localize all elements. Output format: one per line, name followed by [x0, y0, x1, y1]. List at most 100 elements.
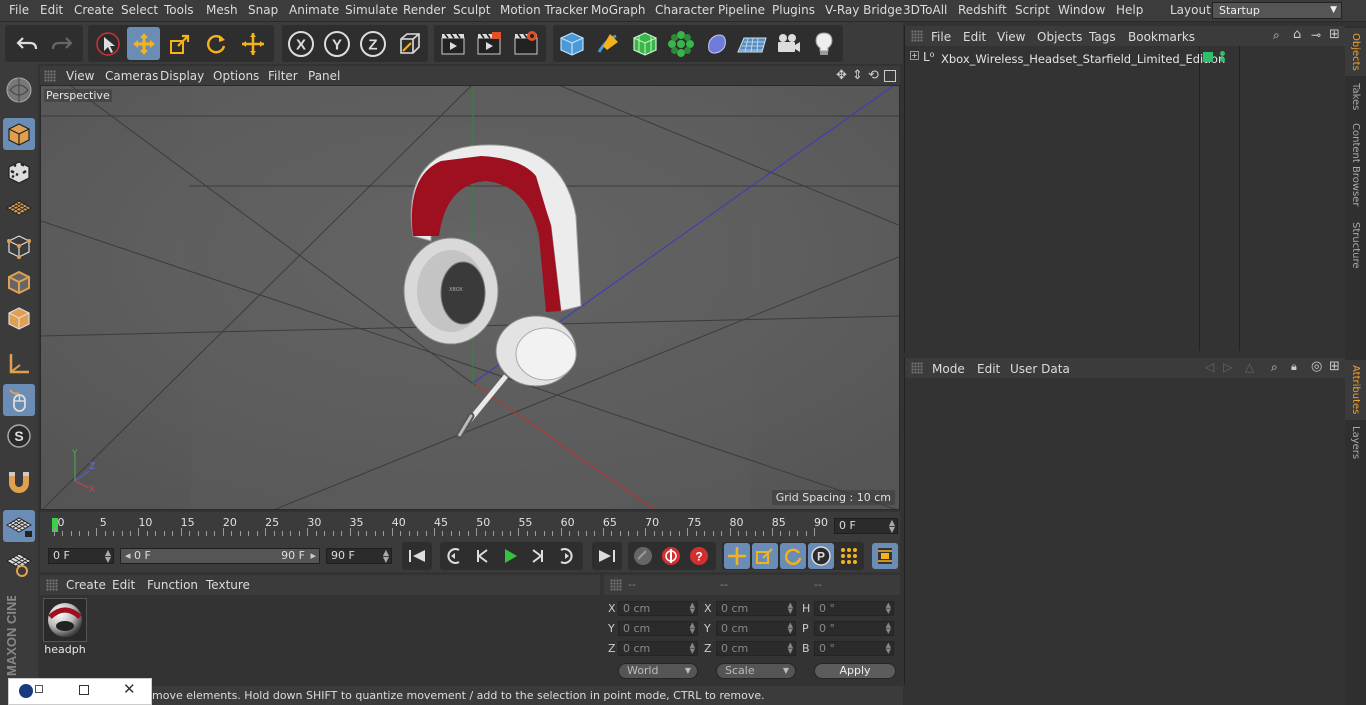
target-icon[interactable]: ◎ [1311, 359, 1322, 374]
attributes-menu-edit[interactable]: Edit [977, 362, 1000, 376]
workplane-icon[interactable] [3, 192, 35, 224]
objects-menu-file[interactable]: File [931, 30, 951, 44]
rot-h-field[interactable]: 0 ° ▲ ▼ [814, 601, 894, 616]
tab-objects[interactable]: Objects [1345, 28, 1366, 76]
rotate-icon[interactable] [199, 27, 232, 60]
points-mode-icon[interactable] [3, 230, 35, 262]
environment-icon[interactable] [735, 27, 768, 60]
up-arrow-icon[interactable]: △ [1245, 360, 1254, 374]
tweak-mode-icon[interactable] [3, 384, 35, 416]
viewport-menu-panel[interactable]: Panel [308, 69, 340, 83]
tab-takes[interactable]: Takes [1345, 80, 1366, 114]
current-frame-field[interactable]: 0 F ▲ ▼ [834, 518, 898, 534]
menu-vray-bridge[interactable]: V-Ray Bridge [825, 3, 902, 17]
perspective-viewport[interactable]: XBOX Y Z X Perspective Grid Spacing : 10… [40, 85, 900, 510]
model-mode-icon[interactable] [3, 118, 35, 150]
objects-menu-edit[interactable]: Edit [963, 30, 986, 44]
deformer-icon[interactable] [700, 27, 733, 60]
mograph-icon[interactable] [664, 27, 697, 60]
menu-mesh[interactable]: Mesh [206, 3, 238, 17]
record-parameter-icon[interactable]: P [808, 543, 834, 569]
move-icon[interactable] [127, 27, 160, 60]
menu-create[interactable]: Create [74, 3, 114, 17]
previous-frame-icon[interactable] [470, 543, 496, 569]
subdivision-icon[interactable] [628, 27, 661, 60]
new-panel-icon[interactable]: ⊞ [1329, 359, 1340, 374]
pen-icon[interactable] [591, 27, 624, 60]
menu-character[interactable]: Character [655, 3, 714, 17]
material-menu-create[interactable]: Create [66, 578, 106, 592]
pan-view-icon[interactable]: ✥ [836, 68, 847, 83]
maximize-icon[interactable] [79, 685, 89, 695]
range-left-arrow[interactable]: ◂ [125, 549, 131, 562]
select-icon[interactable] [91, 27, 124, 60]
menu-pipeline[interactable]: Pipeline [718, 3, 765, 17]
coordinate-space-dropdown[interactable]: World ▼ [618, 663, 698, 679]
make-editable-icon[interactable] [3, 74, 35, 106]
rot-b-field[interactable]: 0 ° ▲ ▼ [814, 641, 894, 656]
solo-icon[interactable]: S [3, 420, 35, 452]
menu-render[interactable]: Render [403, 3, 446, 17]
search-icon[interactable]: ⌕ [1273, 28, 1280, 43]
material-menu-function[interactable]: Function [147, 578, 198, 592]
size-z-field[interactable]: 0 cm ▲ ▼ [716, 641, 796, 656]
viewport-menu-filter[interactable]: Filter [268, 69, 298, 83]
size-x-field[interactable]: 0 cm ▲ ▼ [716, 601, 796, 616]
rot-p-field[interactable]: 0 ° ▲ ▼ [814, 621, 894, 636]
attributes-menu-user-data[interactable]: User Data [1010, 362, 1070, 376]
panel-grip-icon[interactable] [911, 362, 923, 374]
restore-icon[interactable] [35, 685, 43, 693]
pos-z-field[interactable]: 0 cm ▲ ▼ [618, 641, 698, 656]
objects-menu-objects[interactable]: Objects [1037, 30, 1082, 44]
visibility-toggle[interactable] [1203, 52, 1213, 62]
viewport-menu-display[interactable]: Display [160, 69, 204, 83]
z-axis-icon[interactable]: Z [356, 27, 389, 60]
back-arrow-icon[interactable]: ◁ [1205, 360, 1214, 374]
tab-layers[interactable]: Layers [1345, 424, 1366, 462]
frame-ruler[interactable]: 0 5 10 15 20 25 30 35 40 45 50 55 60 65 70 75 80 85 90 [48, 514, 830, 538]
rotate-view-icon[interactable]: ⟲ [868, 68, 879, 83]
record-rotation-icon[interactable] [780, 543, 806, 569]
menu-file[interactable]: File [9, 3, 29, 17]
tab-attributes[interactable]: Attributes [1345, 360, 1366, 420]
objects-menu-bookmarks[interactable]: Bookmarks [1128, 30, 1195, 44]
minimized-window[interactable]: ✕ [8, 678, 152, 705]
close-icon[interactable]: ✕ [123, 680, 136, 698]
menu-select[interactable]: Select [121, 3, 158, 17]
texture-mode-icon[interactable] [3, 156, 35, 188]
polygons-mode-icon[interactable] [3, 302, 35, 334]
timeline-ruler[interactable]: 0 5 10 15 20 25 30 35 40 45 50 55 60 65 70 75 80 85 90 0 F… [40, 512, 900, 540]
transform-icon[interactable] [236, 27, 269, 60]
panel-grip-icon[interactable] [610, 579, 622, 591]
start-frame-field[interactable]: 0 F ▲ ▼ [48, 548, 114, 564]
previous-key-icon[interactable] [442, 543, 468, 569]
home-icon[interactable]: ⌂ [1293, 27, 1301, 42]
material-thumbnail[interactable] [43, 598, 87, 642]
size-mode-dropdown[interactable]: Scale ▼ [716, 663, 796, 679]
frame-range-slider[interactable]: ◂ 0 F 90 F ▸ [120, 548, 320, 564]
new-panel-icon[interactable]: ⊞ [1329, 27, 1340, 42]
panel-grip-icon[interactable] [44, 70, 56, 82]
menu-window[interactable]: Window [1058, 3, 1105, 17]
snap-magnet-icon[interactable] [3, 466, 35, 498]
tab-content-browser[interactable]: Content Browser [1345, 120, 1366, 210]
menu-redshift[interactable]: Redshift [958, 3, 1007, 17]
menu-mograph[interactable]: MoGraph [591, 3, 646, 17]
layout-dropdown[interactable]: Startup ▼ [1212, 2, 1342, 19]
menu-sculpt[interactable]: Sculpt [453, 3, 490, 17]
render-picture-viewer-icon[interactable] [472, 27, 505, 60]
material-menu-edit[interactable]: Edit [112, 578, 135, 592]
material-menu-texture[interactable]: Texture [206, 578, 250, 592]
go-to-end-icon[interactable] [594, 543, 620, 569]
menu-script[interactable]: Script [1015, 3, 1050, 17]
panel-grip-icon[interactable] [46, 579, 58, 591]
play-icon[interactable] [497, 543, 523, 569]
viewport-menu-options[interactable]: Options [213, 69, 259, 83]
objects-menu-view[interactable]: View [997, 30, 1025, 44]
lock-icon[interactable]: 🔒︎ [1291, 360, 1297, 374]
menu-motion-tracker[interactable]: Motion Tracker [500, 3, 588, 17]
y-axis-icon[interactable]: Y [320, 27, 353, 60]
coord-system-icon[interactable] [393, 27, 426, 60]
object-name[interactable]: Xbox_Wireless_Headset_Starfield_Limited_… [941, 52, 1225, 66]
menu-tools[interactable]: Tools [164, 3, 194, 17]
